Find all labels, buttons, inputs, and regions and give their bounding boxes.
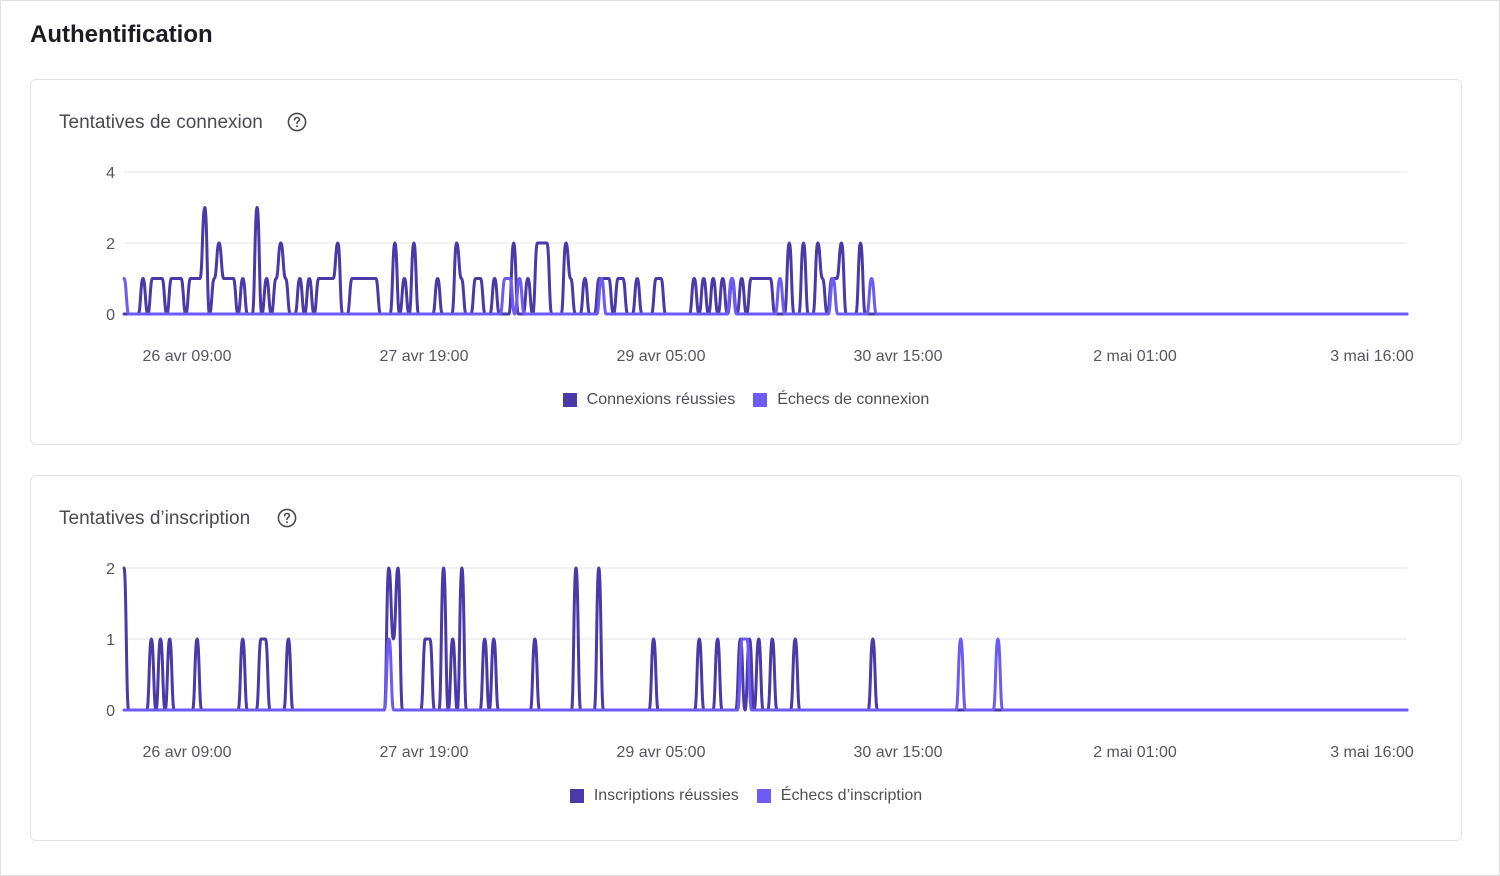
y-tick-label: 2 bbox=[106, 561, 115, 578]
series-line-success bbox=[122, 206, 1409, 316]
x-tick-label: 27 avr 19:00 bbox=[380, 744, 469, 761]
login-attempts-card: Tentatives de connexion 0 2 4 26 avr 09:00 2… bbox=[30, 79, 1462, 445]
y-tick-label: 4 bbox=[106, 165, 115, 182]
legend-label: Connexions réussies bbox=[586, 391, 736, 408]
legend-label: Inscriptions réussies bbox=[593, 787, 739, 804]
section-title: Authentification bbox=[30, 21, 213, 48]
series-line-failure bbox=[122, 637, 1409, 712]
y-tick-label: 1 bbox=[106, 632, 115, 649]
x-tick-label: 2 mai 01:00 bbox=[1093, 744, 1177, 761]
legend-swatch bbox=[753, 393, 768, 407]
legend-item-success[interactable]: Connexions réussies bbox=[562, 391, 736, 409]
x-tick-label: 26 avr 09:00 bbox=[143, 744, 232, 761]
x-tick-label: 29 avr 05:00 bbox=[617, 348, 706, 365]
x-tick-label: 30 avr 15:00 bbox=[854, 744, 943, 761]
chart-legend: Connexions réussies Échecs de connexion bbox=[31, 391, 1461, 409]
y-tick-label: 0 bbox=[106, 703, 115, 720]
x-tick-label: 26 avr 09:00 bbox=[143, 348, 232, 365]
signup-attempts-card: Tentatives d’inscription 0 1 2 26 avr 09:00… bbox=[30, 475, 1462, 841]
x-tick-label: 2 mai 01:00 bbox=[1093, 348, 1177, 365]
legend-item-failure[interactable]: Échecs d’inscription bbox=[756, 787, 923, 805]
legend-swatch bbox=[562, 393, 577, 407]
x-tick-label: 3 mai 16:00 bbox=[1330, 744, 1414, 761]
signup-attempts-chart: 0 1 2 26 avr 09:00 27 avr 19:00 29 avr 05:00 3… bbox=[106, 561, 1414, 761]
legend-label: Échecs de connexion bbox=[777, 391, 930, 408]
legend-item-success[interactable]: Inscriptions réussies bbox=[569, 787, 739, 805]
y-tick-label: 0 bbox=[106, 307, 115, 324]
login-attempts-chart: 0 2 4 26 avr 09:00 27 avr 19:00 29 avr 05:00 3… bbox=[106, 165, 1414, 365]
y-tick-label: 2 bbox=[106, 236, 115, 253]
legend-swatch bbox=[569, 789, 584, 803]
x-tick-label: 27 avr 19:00 bbox=[380, 348, 469, 365]
chart-legend: Inscriptions réussies Échecs d’inscripti… bbox=[31, 787, 1461, 805]
legend-label: Échecs d’inscription bbox=[780, 787, 923, 804]
x-tick-label: 29 avr 05:00 bbox=[617, 744, 706, 761]
legend-swatch bbox=[756, 789, 771, 803]
legend-item-failure[interactable]: Échecs de connexion bbox=[753, 391, 929, 409]
x-tick-label: 3 mai 16:00 bbox=[1330, 348, 1414, 365]
x-tick-label: 30 avr 15:00 bbox=[854, 348, 943, 365]
